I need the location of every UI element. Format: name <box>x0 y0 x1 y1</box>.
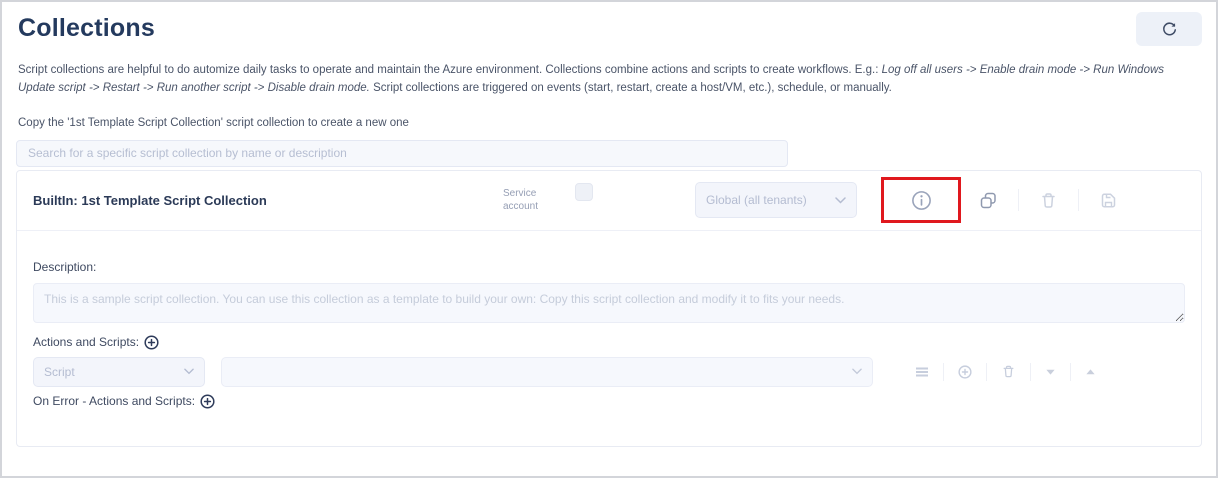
duplicate-icon <box>979 191 998 210</box>
list-icon <box>915 366 929 378</box>
actions-and-scripts-row: Actions and Scripts: <box>33 335 1185 350</box>
copy-hint-text: Copy the '1st Template Script Collection… <box>18 117 1200 129</box>
copy-collection-button[interactable] <box>979 191 998 210</box>
refresh-button[interactable] <box>1136 12 1202 46</box>
toolbar-divider <box>1070 363 1071 381</box>
add-circle-icon <box>200 394 215 409</box>
collection-card: BuiltIn: 1st Template Script Collection … <box>16 170 1202 447</box>
intro-text-plain-2: Script collections are triggered on even… <box>370 82 892 94</box>
toolbar-divider <box>1078 189 1079 211</box>
actions-and-scripts-label: Actions and Scripts: <box>33 335 139 349</box>
script-select[interactable] <box>221 357 873 387</box>
script-type-select[interactable]: Script <box>33 357 205 387</box>
toolbar-divider <box>943 363 944 381</box>
chevron-down-icon <box>184 368 194 375</box>
script-move-down-button[interactable] <box>1045 368 1056 376</box>
refresh-icon <box>1161 21 1178 38</box>
page-header: Collections <box>2 2 1216 46</box>
service-account-checkbox[interactable] <box>575 183 593 201</box>
script-row: Script <box>33 357 1185 387</box>
script-list-button[interactable] <box>915 366 929 378</box>
intro-text: Script collections are helpful to do aut… <box>18 61 1200 98</box>
save-icon <box>1099 191 1118 210</box>
tenant-select-value: Global (all tenants) <box>706 193 807 207</box>
page-title: Collections <box>18 14 155 43</box>
add-circle-icon <box>144 335 159 350</box>
card-header-toolbar <box>961 189 1118 211</box>
script-row-toolbar <box>915 363 1096 381</box>
add-circle-icon <box>958 365 972 379</box>
script-add-button[interactable] <box>958 365 972 379</box>
add-on-error-action-button[interactable] <box>200 394 215 409</box>
script-type-select-value: Script <box>44 365 75 379</box>
toolbar-divider <box>986 363 987 381</box>
collections-page: Collections Script collections are helpf… <box>0 0 1218 478</box>
description-textarea[interactable]: This is a sample script collection. You … <box>33 283 1185 323</box>
trash-icon <box>1039 191 1058 210</box>
search-input[interactable] <box>16 140 788 167</box>
script-move-up-button[interactable] <box>1085 368 1096 376</box>
trash-icon <box>1001 364 1016 379</box>
intro-text-plain: Script collections are helpful to do aut… <box>18 64 882 76</box>
toolbar-divider <box>1018 189 1019 211</box>
collection-name: BuiltIn: 1st Template Script Collection <box>33 193 503 208</box>
save-collection-button[interactable] <box>1099 191 1118 210</box>
move-up-icon <box>1085 368 1096 376</box>
move-down-icon <box>1045 368 1056 376</box>
description-label: Description: <box>33 260 1185 274</box>
add-action-button[interactable] <box>144 335 159 350</box>
service-account-label: Service account <box>503 187 553 214</box>
tenant-select[interactable]: Global (all tenants) <box>695 182 857 218</box>
toolbar-divider <box>1030 363 1031 381</box>
chevron-down-icon <box>835 197 846 204</box>
on-error-label: On Error - Actions and Scripts: <box>33 394 195 408</box>
script-delete-button[interactable] <box>1001 364 1016 379</box>
info-button[interactable] <box>911 190 932 211</box>
collection-card-header: BuiltIn: 1st Template Script Collection … <box>17 171 1201 231</box>
chevron-down-icon <box>852 368 862 375</box>
collection-card-body: Description: This is a sample script col… <box>17 231 1201 409</box>
on-error-row: On Error - Actions and Scripts: <box>33 394 1185 409</box>
highlight-annotation-box <box>881 177 961 223</box>
info-circle-icon <box>911 190 932 211</box>
delete-collection-button[interactable] <box>1039 191 1058 210</box>
